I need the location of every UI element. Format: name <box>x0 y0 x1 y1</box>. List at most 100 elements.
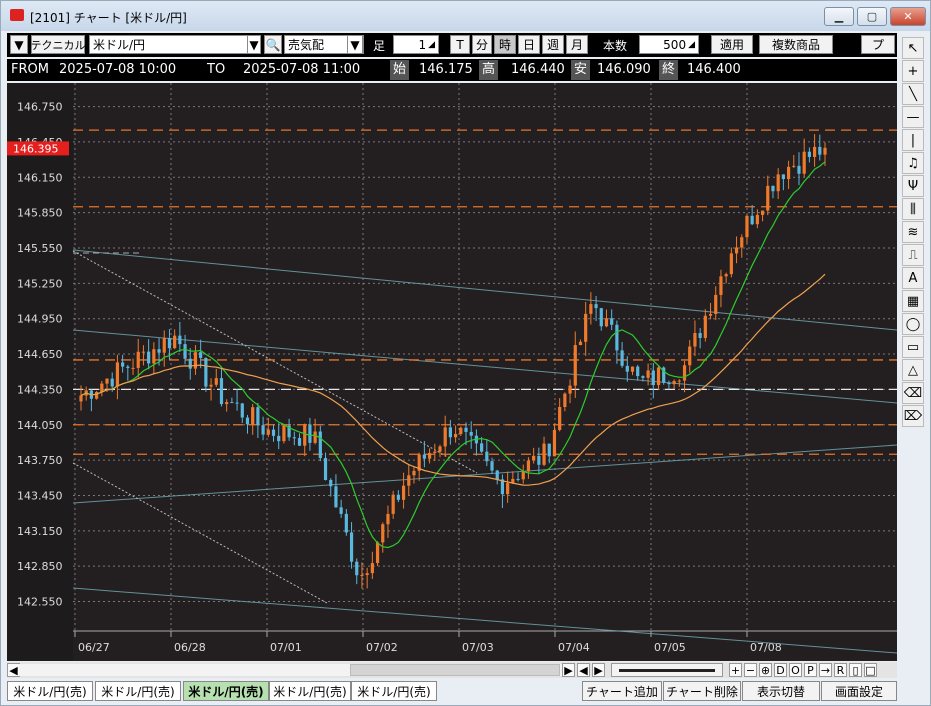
delete-chart-button[interactable]: チャート削除 <box>663 681 741 701</box>
rect-icon[interactable]: ▭ <box>902 336 924 358</box>
candle-body <box>235 402 239 404</box>
candle-body <box>729 253 733 275</box>
candle-body <box>812 146 817 157</box>
candle-body <box>271 429 276 436</box>
symbol-select[interactable]: 米ドル/円 <box>89 35 261 54</box>
y-tick-label: 143.750 <box>17 454 63 467</box>
zoom-out-button[interactable]: − <box>744 663 757 677</box>
triangle-icon[interactable]: △ <box>902 359 924 381</box>
side-dropdown-button[interactable]: ▼ <box>347 35 363 54</box>
r-button[interactable]: R <box>834 663 847 677</box>
minimize-button[interactable]: ▁ <box>824 7 854 26</box>
trendline-icon[interactable]: ╲ <box>902 83 924 105</box>
candle-body <box>797 165 801 174</box>
chart-tab-1[interactable]: 米ドル/円(売) <box>7 681 93 701</box>
screen-settings-button[interactable]: 画面設定 <box>821 681 897 701</box>
grid-icon[interactable]: ▦ <box>902 290 924 312</box>
y-tick-label: 144.950 <box>17 313 63 326</box>
period-month[interactable]: 月 <box>566 35 588 54</box>
fork-icon[interactable]: Ψ <box>902 175 924 197</box>
d-button[interactable]: D <box>774 663 787 677</box>
period-minute[interactable]: 分 <box>472 35 492 54</box>
period-week[interactable]: 週 <box>542 35 564 54</box>
latest-button[interactable]: → <box>819 663 832 677</box>
zoom-slider[interactable] <box>611 663 723 677</box>
candle-body <box>485 451 489 462</box>
price-chart[interactable]: 146.750146.450146.150145.850145.550145.2… <box>7 83 897 661</box>
toggle-view-button[interactable]: 表示切替 <box>742 681 820 701</box>
menu-dropdown-button[interactable]: ▼ <box>10 35 28 54</box>
period-T[interactable]: T <box>450 35 470 54</box>
chart-tab-3[interactable]: 米ドル/円(売) <box>183 681 269 701</box>
candle-body <box>792 165 796 167</box>
maximize-button[interactable]: ▢ <box>857 7 887 26</box>
candle-body <box>506 483 510 495</box>
period-hour[interactable]: 時 <box>494 35 516 54</box>
layout-button[interactable]: ▯ <box>849 663 862 677</box>
bell-icon[interactable]: ♫ <box>902 152 924 174</box>
eraser-all-icon[interactable]: ⌦ <box>902 405 924 427</box>
vline-icon[interactable]: | <box>902 129 924 151</box>
fib-icon[interactable]: ⫼ <box>902 198 924 220</box>
candle-body <box>344 513 348 533</box>
crosshair-icon[interactable]: + <box>902 60 924 82</box>
candle-body <box>193 352 198 369</box>
chart-area[interactable]: 146.750146.450146.150145.850145.550145.2… <box>7 83 897 661</box>
zoom-in-button[interactable]: + <box>729 663 742 677</box>
multi-symbol-button[interactable]: 複数商品 <box>759 35 833 54</box>
period-day[interactable]: 日 <box>518 35 540 54</box>
add-chart-button[interactable]: チャート追加 <box>582 681 662 701</box>
candle-body <box>173 335 177 349</box>
p-button[interactable]: P <box>804 663 817 677</box>
candle-body <box>615 324 619 351</box>
eraser-icon[interactable]: ⌫ <box>902 382 924 404</box>
candle-body <box>308 424 312 443</box>
candle-body <box>573 345 577 386</box>
scroll-forward-icon[interactable]: ▶ <box>592 663 605 677</box>
hline-icon[interactable]: — <box>902 106 924 128</box>
ashi-value: 1 <box>418 37 427 52</box>
side-value: 売気配 <box>288 38 325 52</box>
candle-body <box>360 575 364 577</box>
low-value: 146.090 <box>597 62 651 77</box>
mode-select[interactable]: テクニカル <box>31 35 86 54</box>
candle-body <box>708 313 713 316</box>
y-tick-label: 144.650 <box>17 348 63 361</box>
open-label: 始 <box>390 60 410 80</box>
cursor-icon[interactable]: ↖ <box>902 37 924 59</box>
search-icon: 🔍 <box>265 37 281 52</box>
apply-button[interactable]: 適用 <box>711 35 753 54</box>
step-icon[interactable]: ⎍ <box>902 244 924 266</box>
search-button[interactable]: 🔍 <box>264 35 282 54</box>
zoom-reset-button[interactable]: ⊕ <box>759 663 772 677</box>
current-price-label: 146.395 <box>13 142 59 155</box>
main-toolbar: ▼ テクニカル 米ドル/円 ▼ 🔍 売気配 ▼ 足 1 ◢ T 分 時 日 週 月… <box>7 33 897 57</box>
o-button[interactable]: O <box>789 663 802 677</box>
candle-body <box>766 185 770 211</box>
scroll-back-icon[interactable]: ◀ <box>577 663 590 677</box>
candle-body <box>656 367 661 386</box>
chart-tab-4[interactable]: 米ドル/円(売) <box>269 681 351 701</box>
more-button[interactable]: プ <box>861 35 895 54</box>
chart-tab-2[interactable]: 米ドル/円(売) <box>95 681 181 701</box>
symbol-value: 米ドル/円 <box>93 38 146 52</box>
symbol-dropdown-button[interactable]: ▼ <box>247 35 261 54</box>
candle-body <box>349 532 354 562</box>
candle-body <box>558 407 562 431</box>
window-button[interactable]: □ <box>864 663 877 677</box>
candle-body <box>620 350 624 366</box>
candle-body <box>391 494 395 514</box>
candle-body <box>251 407 255 425</box>
candle-body <box>199 352 203 358</box>
scroll-right-arrow[interactable]: ▶ <box>562 663 575 677</box>
count-input[interactable]: 500 ◢ <box>639 35 699 54</box>
text-icon[interactable]: A <box>902 267 924 289</box>
scroll-thumb[interactable] <box>350 664 560 676</box>
close-button[interactable]: ✕ <box>890 7 926 26</box>
candle-body <box>745 215 749 238</box>
gann-icon[interactable]: ≋ <box>902 221 924 243</box>
candle-body <box>141 351 146 353</box>
ashi-input[interactable]: 1 ◢ <box>393 35 439 54</box>
chart-tab-5[interactable]: 米ドル/円(売) <box>351 681 437 701</box>
ellipse-icon[interactable]: ◯ <box>902 313 924 335</box>
